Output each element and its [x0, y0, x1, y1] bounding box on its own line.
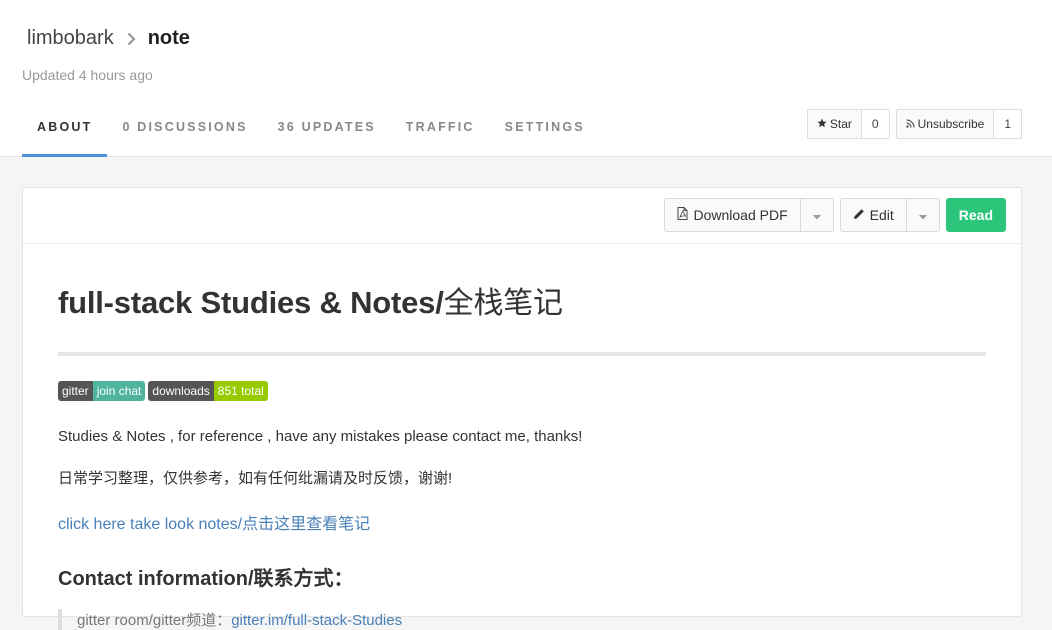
- caret-down-icon: [812, 207, 821, 223]
- edit-label: Edit: [869, 207, 894, 223]
- rss-icon: [905, 117, 915, 131]
- intro-paragraph-cjk: 日常学习整理，仅供参考，如有任何纰漏请及时反馈，谢谢!: [58, 470, 453, 487]
- title-cjk: 全栈笔记: [443, 286, 563, 321]
- star-group: Star 0: [806, 109, 890, 139]
- tab-discussions[interactable]: 0 DISCUSSIONS: [107, 111, 262, 157]
- pencil-icon: [853, 207, 865, 223]
- star-label: Star: [829, 117, 852, 131]
- unsubscribe-button[interactable]: Unsubscribe: [896, 110, 995, 138]
- owner-link[interactable]: limbobark: [27, 27, 114, 50]
- download-pdf-button[interactable]: Download PDF: [665, 199, 801, 231]
- repo-buttons: Star 0 Unsubscribe 1: [806, 109, 1022, 139]
- readme-content: full-stack Studies & Notes/全栈笔记 gitter j…: [23, 278, 1021, 630]
- badge-left: downloads: [148, 381, 214, 401]
- download-pdf-group: Download PDF: [664, 198, 834, 232]
- tab-traffic[interactable]: TRAFFIC: [391, 111, 490, 157]
- repo-header: limbobark note Updated 4 hours ago ABOUT…: [0, 0, 1052, 157]
- card-toolbar: Download PDF Edit Read: [23, 188, 1021, 244]
- contact-heading: Contact information/联系方式：: [58, 562, 986, 591]
- updated-text: Updated 4 hours ago: [22, 67, 153, 83]
- tab-about[interactable]: ABOUT: [22, 111, 108, 157]
- contact-heading-text: Contact information/: [58, 568, 254, 590]
- downloads-badge[interactable]: downloads 851 total: [148, 381, 268, 401]
- intro-paragraph: Studies & Notes , for reference , have a…: [58, 428, 583, 445]
- badge-right: join chat: [92, 381, 146, 401]
- chevron-right-icon: [126, 28, 138, 50]
- quote-prefix: gitter room/gitter频道：: [77, 612, 232, 629]
- edit-dropdown-toggle[interactable]: [907, 199, 939, 231]
- caret-down-icon: [918, 207, 927, 223]
- star-button[interactable]: Star: [807, 110, 862, 138]
- readme-title: full-stack Studies & Notes/全栈笔记: [58, 278, 986, 322]
- download-pdf-label: Download PDF: [693, 207, 788, 223]
- readme-card: Download PDF Edit Read full-stack Studie…: [22, 187, 1022, 630]
- badge-right: 851 total: [213, 381, 268, 401]
- tab-settings[interactable]: SETTINGS: [490, 111, 600, 157]
- action-buttons: Download PDF Edit Read: [664, 198, 1006, 232]
- edit-button[interactable]: Edit: [841, 199, 907, 231]
- repo-tabs: ABOUT 0 DISCUSSIONS 36 UPDATES TRAFFIC S…: [22, 111, 600, 157]
- gitter-link[interactable]: gitter.im/full-stack-Studies: [231, 612, 402, 629]
- unsubscribe-group: Unsubscribe 1: [895, 109, 1022, 139]
- unsubscribe-label: Unsubscribe: [917, 117, 985, 131]
- read-button[interactable]: Read: [945, 198, 1006, 232]
- unsubscribe-count[interactable]: 1: [994, 110, 1021, 138]
- repo-name[interactable]: note: [148, 27, 190, 50]
- breadcrumb: limbobark note: [27, 27, 190, 50]
- edit-group: Edit: [839, 198, 940, 232]
- star-count[interactable]: 0: [862, 110, 889, 138]
- notes-link[interactable]: click here take look notes/点击这里查看笔记: [58, 510, 986, 534]
- pdf-icon: [677, 207, 688, 223]
- gitter-badge[interactable]: gitter join chat: [58, 381, 146, 401]
- badge-left: gitter: [58, 381, 93, 401]
- badges: gitter join chat downloads 851 total: [58, 381, 986, 401]
- title-divider: [58, 352, 986, 356]
- download-dropdown-toggle[interactable]: [801, 199, 833, 231]
- contact-heading-cjk: 联系方式：: [253, 566, 354, 590]
- star-icon: [817, 117, 827, 131]
- tab-updates[interactable]: 36 UPDATES: [263, 111, 391, 157]
- contact-quote: gitter room/gitter频道：gitter.im/full-stac…: [58, 609, 986, 630]
- title-text: full-stack Studies & Notes/: [58, 285, 444, 320]
